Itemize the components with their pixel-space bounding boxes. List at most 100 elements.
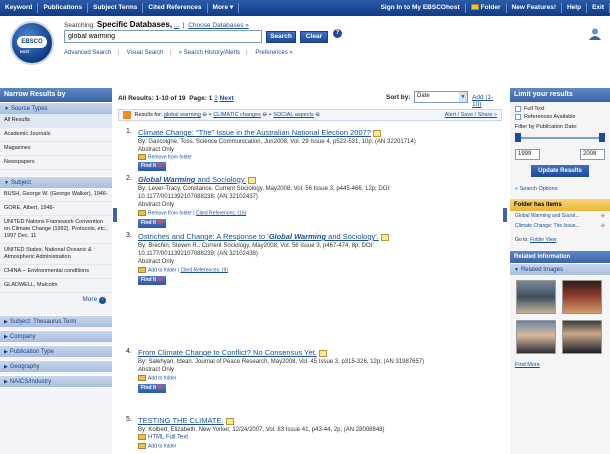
subject-header[interactable]: ▼ Subject	[0, 176, 112, 188]
folder-icon	[138, 375, 146, 381]
search-term-2[interactable]: CLIMATIC changes	[213, 112, 261, 118]
full-text-label: Full Text	[524, 106, 545, 112]
full-text-checkbox[interactable]: Full Text	[515, 106, 605, 112]
result-title[interactable]: From Climate Change to Conflict? No Cons…	[138, 348, 327, 357]
help-icon[interactable]: ?	[333, 29, 342, 38]
page-2-link[interactable]: 2	[214, 95, 218, 102]
date-range-slider[interactable]	[515, 133, 605, 143]
nav-new-features[interactable]: New Features!	[507, 3, 562, 13]
facet-subject[interactable]: UNITED Nations Framework Convention on C…	[0, 216, 112, 244]
related-image[interactable]	[516, 280, 556, 314]
next-page-link[interactable]: Next	[220, 95, 234, 102]
search-history-link[interactable]: » Search History/Alerts	[179, 50, 240, 56]
search-term-3[interactable]: SOCIAL aspects	[273, 112, 313, 118]
result-citation: By: Salehyan, Idean. Journal of Peace Re…	[138, 359, 425, 365]
link-separator: |	[169, 50, 172, 56]
remove-from-folder-link[interactable]: Remove from folder | Cited References: (…	[138, 210, 246, 216]
result-title[interactable]: Ostriches and Change: A Response to 'Glo…	[138, 232, 389, 241]
search-button[interactable]: Search	[266, 31, 296, 43]
find-it-button[interactable]: Find It	[138, 219, 166, 228]
find-it-button[interactable]: Find It	[138, 162, 166, 171]
find-it-button[interactable]: Find It	[138, 384, 166, 393]
remove-icon[interactable]: ⊖	[601, 213, 605, 219]
related-image[interactable]	[516, 320, 556, 354]
facet-all-results[interactable]: All Results	[0, 114, 112, 128]
advanced-search-link[interactable]: Advanced Search	[64, 50, 111, 56]
folder-item[interactable]: Global Warming and Sociol... ⊖	[510, 211, 610, 221]
visual-search-link[interactable]: Visual Search	[127, 50, 164, 56]
nav-keyword[interactable]: Keyword	[0, 3, 39, 13]
add-to-folder-link[interactable]: Add (1-10)	[472, 94, 502, 108]
remove-from-folder-link[interactable]: Remove from folder	[138, 154, 192, 160]
related-images-header[interactable]: ▼ Related Images	[510, 263, 610, 275]
facet-subject[interactable]: UNITED States. National Oceanic & Atmosp…	[0, 244, 112, 265]
slider-thumb-start[interactable]	[515, 133, 521, 142]
nav-publications[interactable]: Publications	[38, 3, 89, 13]
facet-subject[interactable]: GORE, Albert, 1948-	[0, 202, 112, 216]
facet-subject[interactable]: CHINA -- Environmental conditions	[0, 265, 112, 279]
thesaurus-header[interactable]: ▶ Subject: Thesaurus Term	[0, 315, 112, 327]
preferences-link[interactable]: Preferences »	[255, 50, 292, 56]
more-databases-link[interactable]: ...	[174, 22, 179, 29]
left-panel-collapse-tab[interactable]	[113, 208, 117, 222]
slider-thumb-end[interactable]	[599, 133, 605, 142]
source-types-header[interactable]: ▼ Source Types	[0, 102, 112, 114]
alert-save-share-link[interactable]: Alert / Save / Share »	[445, 110, 497, 120]
facet-subject[interactable]: BUSH, George W. (George Walker), 1946-	[0, 188, 112, 202]
result-title[interactable]: Climate Change: "The" Issue in the Austr…	[138, 128, 381, 137]
cited-references-link[interactable]: Cited References: (9)	[180, 267, 228, 273]
facet-magazines[interactable]: Magazines	[0, 142, 112, 156]
facet-academic-journals[interactable]: Academic Journals	[0, 128, 112, 142]
related-image[interactable]	[562, 320, 602, 354]
nav-cited-references[interactable]: Cited References	[143, 3, 208, 13]
company-header[interactable]: ▶ Company	[0, 330, 112, 342]
find-it-icon	[158, 163, 162, 167]
nav-subject-terms[interactable]: Subject Terms	[88, 3, 144, 13]
date-from-input[interactable]: 1999	[515, 149, 540, 160]
result-number: 5.	[126, 416, 132, 423]
remove-icon[interactable]: ⊖	[601, 223, 605, 229]
search-options-link[interactable]: « Search Options	[510, 183, 610, 195]
find-it-button[interactable]: Find It	[138, 276, 166, 285]
subject-more-link[interactable]: More ›	[0, 293, 112, 307]
result-title[interactable]: Global Warming and Sociology.	[138, 175, 257, 184]
add-to-folder-link[interactable]: Add to folder | Cited References: (9)	[138, 267, 228, 273]
find-more-link[interactable]: Find More	[510, 359, 610, 371]
nav-sign-in[interactable]: Sign In to My EBSCOhost	[376, 3, 466, 13]
user-icon[interactable]	[588, 28, 602, 40]
geography-header[interactable]: ▶ Geography	[0, 360, 112, 372]
right-panel-collapse-tab[interactable]	[503, 208, 507, 222]
sort-select[interactable]: Date ▼	[414, 91, 468, 103]
publication-type-label: Publication Type	[9, 349, 54, 355]
nav-help[interactable]: Help	[562, 3, 588, 13]
folder-item[interactable]: Climate Change: The Issue... ⊖	[510, 221, 610, 231]
date-to-input[interactable]: 2008	[580, 149, 605, 160]
search-term-1[interactable]: global warming	[164, 112, 201, 118]
naics-header[interactable]: ▶ NAICS/Industry	[0, 375, 112, 387]
update-results-button[interactable]: Update Results	[531, 165, 589, 177]
search-input[interactable]	[64, 30, 262, 43]
folder-view-link[interactable]: Folder View	[530, 237, 556, 243]
limit-results-title: Limit your results	[510, 88, 610, 102]
choose-databases-link[interactable]: Choose Databases »	[188, 22, 249, 29]
nav-exit[interactable]: Exit	[587, 3, 610, 13]
publication-type-header[interactable]: ▶ Publication Type	[0, 345, 112, 357]
add-to-folder-link[interactable]: Add to folder	[138, 443, 176, 449]
add-to-folder-link[interactable]: Add to folder	[138, 375, 176, 381]
related-image[interactable]	[562, 280, 602, 314]
nav-folder[interactable]: Folder	[466, 3, 507, 13]
clear-button[interactable]: Clear	[300, 31, 328, 43]
checkbox-box	[515, 114, 521, 120]
facet-newspapers[interactable]: Newspapers	[0, 156, 112, 170]
html-full-text-link[interactable]: HTML Full Text	[138, 434, 188, 441]
rss-icon[interactable]	[123, 110, 131, 119]
more-label: More	[82, 296, 98, 303]
result-title[interactable]: TESTING THE CLIMATE.	[138, 416, 234, 425]
nav-more[interactable]: More ▾	[208, 3, 240, 13]
result-abstract-note: Abstract Only	[138, 202, 175, 208]
result-citation: By: Gascoigne, Toss. Science Communicati…	[138, 139, 416, 145]
result-citation: By: Lever-Tracy, Constance. Current Soci…	[138, 186, 391, 192]
cited-references-link[interactable]: Cited References: (16)	[196, 210, 246, 216]
references-checkbox[interactable]: References Available	[515, 114, 605, 120]
facet-subject[interactable]: GLADWELL, Malcolm	[0, 279, 112, 293]
